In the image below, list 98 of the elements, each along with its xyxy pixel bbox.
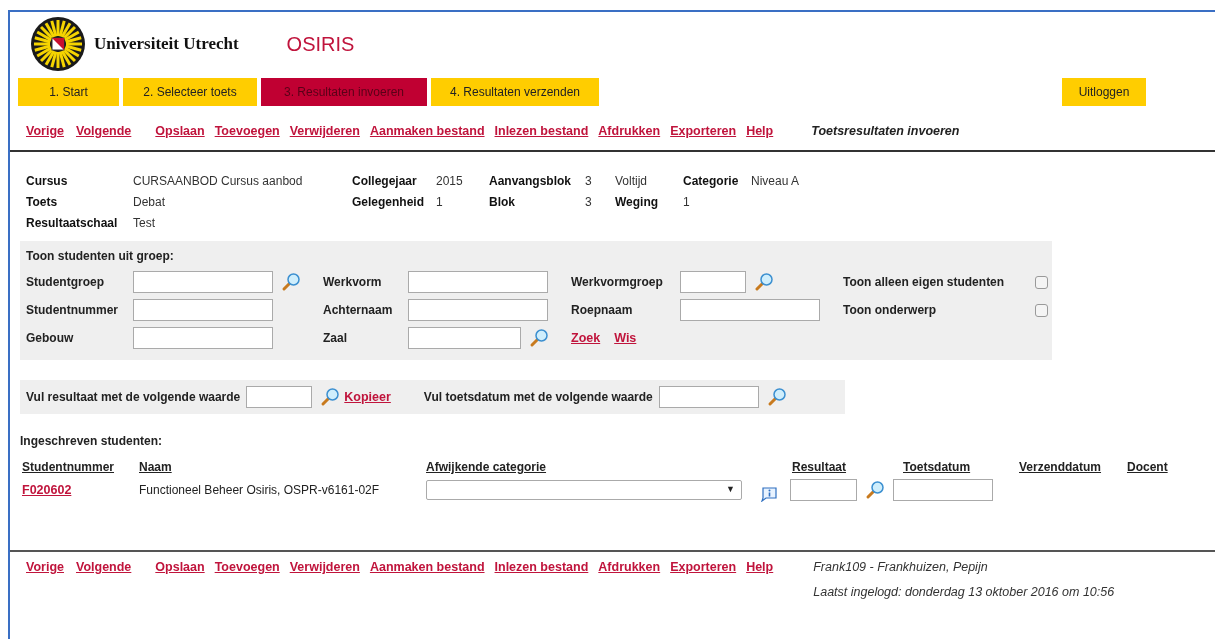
- fill-label: Vul toetsdatum met de volgende waarde: [423, 389, 653, 406]
- field-label: Blok: [489, 195, 515, 209]
- field-value: 1: [436, 195, 443, 209]
- test-date-input[interactable]: [893, 479, 993, 501]
- copy-link[interactable]: Kopieer: [344, 389, 391, 404]
- fill-label: Vul resultaat met de volgende waarde: [26, 389, 241, 406]
- dropdown-arrow: ▼: [726, 483, 735, 497]
- filter-input[interactable]: [133, 327, 273, 349]
- filter-input[interactable]: [680, 299, 820, 321]
- field-label: Toets: [26, 195, 58, 209]
- option-label: Toon onderwerp: [843, 302, 938, 319]
- column-header[interactable]: Docent: [1127, 460, 1168, 474]
- toolbar-link[interactable]: Exporteren: [670, 122, 737, 141]
- toolbar-link[interactable]: Verwijderen: [289, 558, 360, 577]
- filter-label: Studentgroep: [26, 274, 105, 291]
- option-label: Toon alleen eigen studenten: [843, 274, 1006, 291]
- field-value: Debat: [133, 195, 166, 209]
- toolbar-link[interactable]: Help: [746, 122, 774, 141]
- step-tab[interactable]: 1. Start: [18, 78, 119, 106]
- field-value: 1: [683, 195, 690, 209]
- app-title: OSIRIS: [286, 32, 355, 57]
- toolbar-link[interactable]: Afdrukken: [598, 558, 661, 577]
- field-label: Collegejaar: [352, 174, 417, 188]
- filter-label: Werkvormgroep: [571, 274, 664, 291]
- filter-label: Studentnummer: [26, 302, 119, 319]
- toolbar-link[interactable]: Toevoegen: [214, 122, 280, 141]
- date-fill-input[interactable]: [658, 386, 759, 408]
- search-icon[interactable]: [281, 272, 301, 292]
- field-label: Aanvangsblok: [489, 174, 572, 188]
- toolbar-link[interactable]: Afdrukken: [598, 122, 661, 141]
- field-value: 2015: [436, 174, 463, 188]
- toolbar-link[interactable]: Aanmaken bestand: [369, 558, 485, 577]
- checkbox[interactable]: [1035, 275, 1048, 289]
- search-icon[interactable]: [766, 387, 787, 407]
- filter-label: Gebouw: [26, 330, 75, 347]
- filter-title: Toon studenten uit groep:: [26, 248, 175, 265]
- info-icon[interactable]: [760, 486, 778, 502]
- filter-input[interactable]: [408, 299, 548, 321]
- filter-label: Roepnaam: [571, 302, 634, 319]
- nav-link[interactable]: Volgende: [76, 122, 132, 141]
- students-title: Ingeschreven studenten:: [20, 433, 164, 450]
- field-value: 3: [585, 195, 592, 209]
- search-icon[interactable]: [529, 328, 549, 348]
- toolbar-link[interactable]: Opslaan: [155, 558, 205, 577]
- toolbar-link[interactable]: Toevoegen: [214, 558, 280, 577]
- column-header[interactable]: Studentnummer: [22, 460, 114, 474]
- column-header[interactable]: Naam: [139, 460, 172, 474]
- toolbar-link[interactable]: Inlezen bestand: [494, 122, 589, 141]
- toolbar-link[interactable]: Exporteren: [670, 558, 737, 577]
- student-number-link[interactable]: F020602: [22, 482, 72, 497]
- toolbar-link[interactable]: Help: [746, 558, 774, 577]
- search-icon[interactable]: [865, 480, 885, 500]
- column-header[interactable]: Verzenddatum: [1019, 460, 1102, 474]
- step-tab[interactable]: 2. Selecteer toets: [123, 78, 257, 106]
- toolbar-link[interactable]: Verwijderen: [289, 122, 360, 141]
- category-dropdown[interactable]: ▼: [426, 480, 742, 500]
- filter-input[interactable]: [680, 271, 746, 293]
- column-header[interactable]: Resultaat: [792, 460, 847, 474]
- university-name: Universiteit Utrecht: [94, 33, 239, 56]
- page-title: Toetsresultaten invoeren: [811, 124, 960, 138]
- field-label: Gelegenheid: [352, 195, 425, 209]
- column-header[interactable]: Toetsdatum: [903, 460, 971, 474]
- search-icon[interactable]: [754, 272, 774, 292]
- result-input[interactable]: [790, 479, 857, 501]
- filter-link[interactable]: Zoek: [571, 328, 601, 348]
- student-name: Functioneel Beheer Osiris, OSPR-v6161-02F: [139, 482, 381, 499]
- field-label: Weging: [615, 195, 659, 209]
- field-value: 3: [585, 174, 592, 188]
- toolbar-link[interactable]: Inlezen bestand: [494, 558, 589, 577]
- university-logo-icon: [30, 16, 86, 72]
- field-value: Voltijd: [615, 174, 648, 188]
- column-header[interactable]: Afwijkende categorie: [426, 460, 547, 474]
- filter-label: Achternaam: [323, 302, 394, 319]
- field-value: CURSAANBOD Cursus aanbod: [133, 174, 303, 188]
- user-info: Frank109 - Frankhuizen, Pepijn: [813, 559, 989, 576]
- filter-link[interactable]: Wis: [614, 328, 637, 348]
- nav-link[interactable]: Volgende: [76, 558, 132, 577]
- toolbar-link[interactable]: Opslaan: [155, 122, 205, 141]
- filter-label: Zaal: [323, 330, 348, 347]
- filter-label: Werkvorm: [323, 274, 383, 291]
- nav-link[interactable]: Vorige: [26, 558, 64, 577]
- filter-input[interactable]: [133, 299, 273, 321]
- filter-input[interactable]: [408, 271, 548, 293]
- search-icon[interactable]: [320, 387, 341, 407]
- field-label: Resultaatschaal: [26, 216, 118, 230]
- logout-button[interactable]: Uitloggen: [1062, 78, 1146, 106]
- checkbox[interactable]: [1035, 303, 1048, 317]
- result-fill-input[interactable]: [246, 386, 313, 408]
- nav-link[interactable]: Vorige: [26, 122, 64, 141]
- filter-input[interactable]: [408, 327, 521, 349]
- field-value: Niveau A: [751, 174, 800, 188]
- filter-input[interactable]: [133, 271, 273, 293]
- last-login: Laatst ingelogd: donderdag 13 oktober 2016 om 10:56: [813, 583, 1115, 601]
- field-value: Test: [133, 216, 155, 230]
- toolbar-link[interactable]: Aanmaken bestand: [369, 122, 485, 141]
- field-label: Categorie: [683, 174, 739, 188]
- step-tab[interactable]: 4. Resultaten verzenden: [431, 78, 599, 106]
- field-label: Cursus: [26, 174, 68, 188]
